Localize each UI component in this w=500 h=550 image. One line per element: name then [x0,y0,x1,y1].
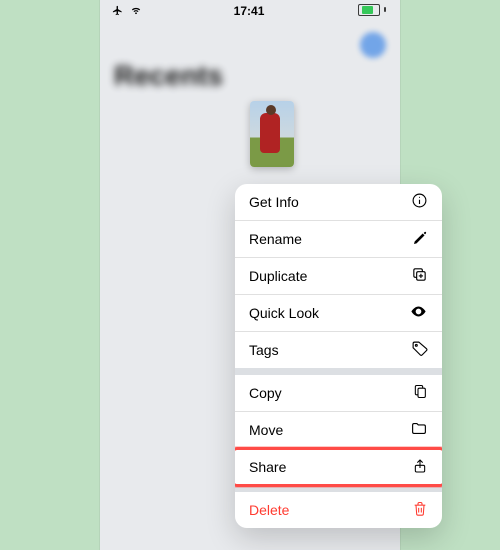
menu-get-info[interactable]: Get Info [235,184,442,220]
menu-delete[interactable]: Delete [235,492,442,528]
menu-separator [235,485,442,492]
menu-duplicate[interactable]: Duplicate [235,257,442,294]
phone-screen: 17:41 Recents Get Info Rename [100,0,400,550]
menu-label: Share [249,459,286,475]
menu-label: Tags [249,342,279,358]
battery-icon [356,4,388,16]
menu-label: Get Info [249,194,299,210]
menu-label: Duplicate [249,268,307,284]
menu-copy[interactable]: Copy [235,375,442,411]
menu-label: Delete [249,502,289,518]
status-bar: 17:41 [100,0,400,22]
eye-icon [409,303,428,323]
menu-group-3: Delete [235,492,442,528]
page-title: Recents [100,60,400,98]
menu-label: Move [249,422,283,438]
copy-icon [412,383,428,403]
duplicate-icon [411,266,428,286]
airplane-icon [112,6,126,18]
file-thumbnail[interactable] [250,101,294,167]
menu-label: Copy [249,385,282,401]
trash-icon [412,500,428,520]
menu-move[interactable]: Move [235,411,442,448]
status-time: 17:41 [234,4,265,18]
status-left [110,4,144,18]
menu-group-1: Get Info Rename Duplicate Quick Look Tag… [235,184,442,368]
menu-label: Rename [249,231,302,247]
menu-label: Quick Look [249,305,319,321]
wifi-icon [130,6,142,18]
context-menu: Get Info Rename Duplicate Quick Look Tag… [235,184,442,528]
avatar-button[interactable] [360,32,386,58]
menu-share[interactable]: Share [235,448,442,485]
menu-tags[interactable]: Tags [235,331,442,368]
status-right [354,4,390,19]
folder-icon [410,420,428,440]
menu-quicklook[interactable]: Quick Look [235,294,442,331]
tag-icon [411,340,428,360]
share-icon [412,457,428,478]
menu-rename[interactable]: Rename [235,220,442,257]
menu-group-2: Copy Move Share [235,375,442,485]
pencil-icon [412,230,428,249]
menu-separator [235,368,442,375]
info-icon [411,192,428,212]
